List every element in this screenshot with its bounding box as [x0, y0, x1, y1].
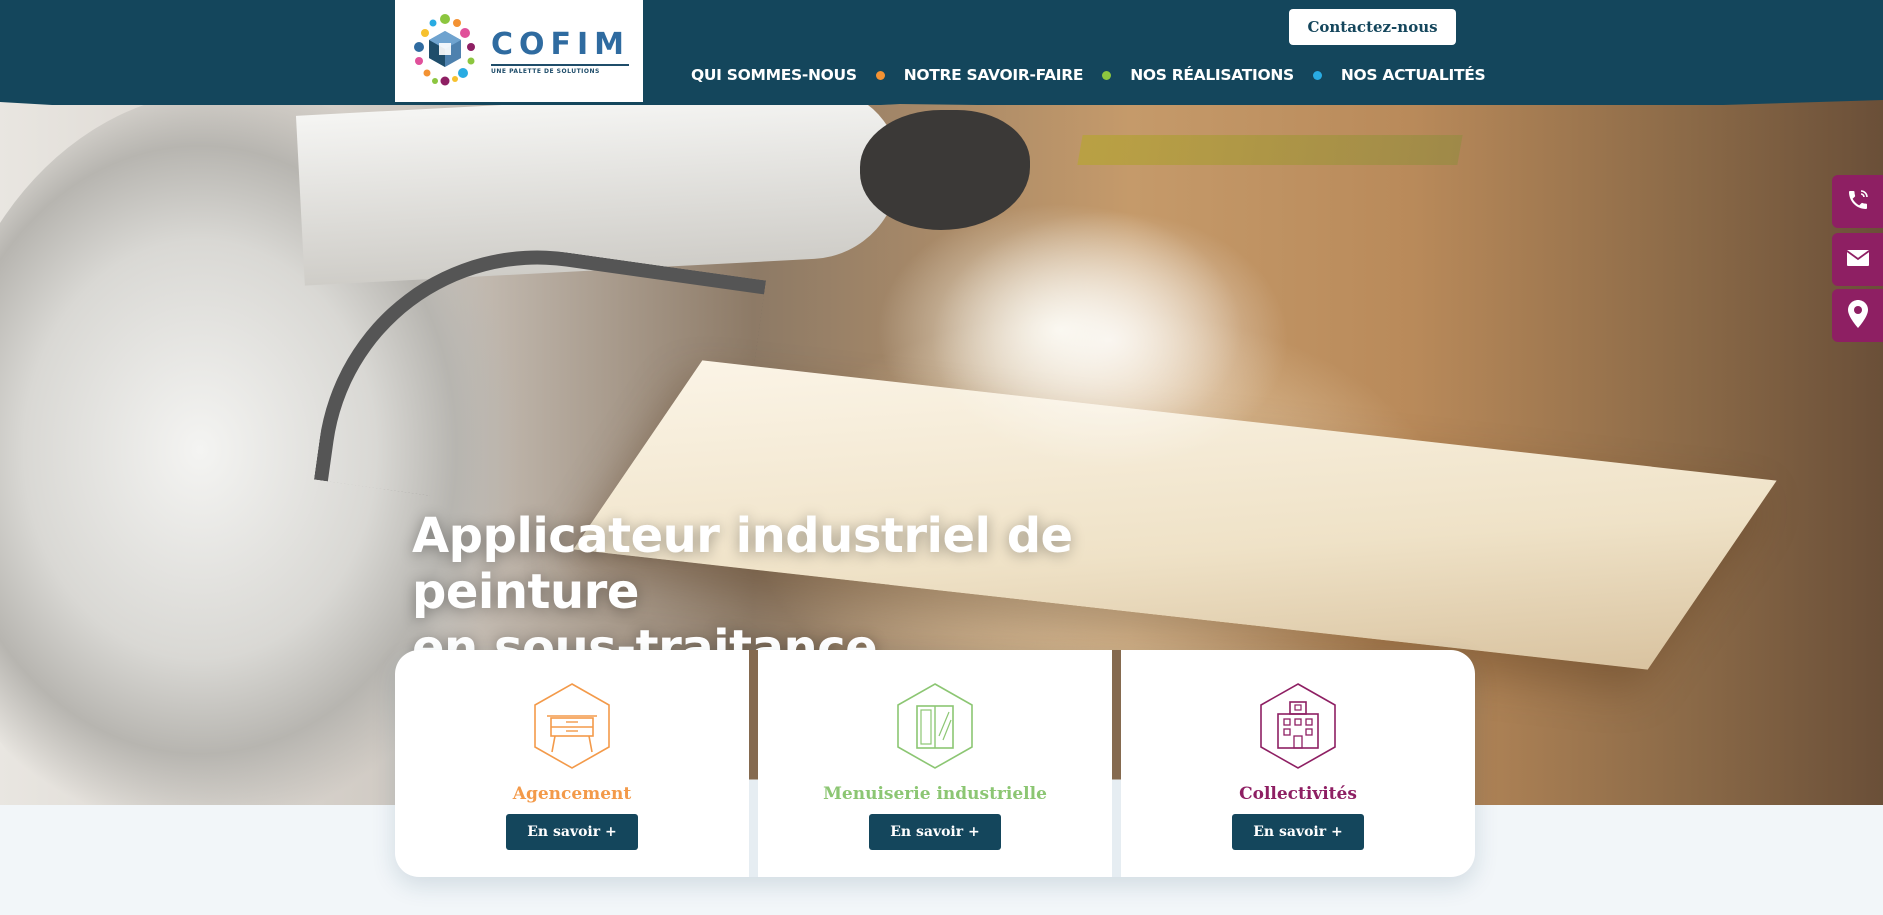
card-menuiserie-button[interactable]: En savoir + — [869, 814, 1001, 850]
nav-separator-dot — [875, 70, 885, 80]
nav-separator-dot — [1102, 70, 1112, 80]
card-agencement: Agencement En savoir + — [395, 650, 749, 877]
nav-item-notre-savoir-faire[interactable]: NOTRE SAVOIR-FAIRE — [904, 66, 1084, 84]
logo-name: COFIM — [491, 27, 631, 62]
card-title: Collectivités — [1239, 784, 1357, 804]
nav-item-nos-actualites[interactable]: NOS ACTUALITÉS — [1341, 66, 1486, 84]
service-cards: Agencement En savoir + Menuiserie indust… — [395, 650, 1475, 877]
hero-photo-mist — [930, 210, 1290, 470]
hero-photo-sleeve — [295, 84, 905, 286]
card-menuiserie: Menuiserie industrielle En savoir + — [758, 650, 1112, 877]
card-title: Agencement — [512, 784, 632, 804]
card-agencement-button[interactable]: En savoir + — [506, 814, 638, 850]
header-band — [0, 0, 1883, 105]
phone-icon — [1846, 188, 1870, 216]
side-mail-button[interactable] — [1832, 233, 1883, 286]
main-nav: QUI SOMMES-NOUS NOTRE SAVOIR-FAIRE NOS R… — [691, 64, 1486, 86]
card-divider — [1112, 650, 1121, 877]
building-icon — [1258, 682, 1338, 774]
nav-item-qui-sommes-nous[interactable]: QUI SOMMES-NOUS — [691, 66, 857, 84]
card-divider — [749, 650, 758, 877]
site-logo[interactable]: COFIM UNE PALETTE DE SOLUTIONS — [395, 0, 643, 102]
logo-mark-icon — [405, 9, 485, 94]
furniture-icon — [532, 682, 612, 774]
card-collectivites: Collectivités En savoir + — [1121, 650, 1475, 877]
location-icon — [1847, 299, 1869, 333]
contact-button[interactable]: Contactez-nous — [1289, 9, 1456, 45]
card-title: Menuiserie industrielle — [823, 784, 1047, 804]
hero-title-line1: Applicateur industriel de peinture — [412, 508, 1073, 620]
card-collectivites-button[interactable]: En savoir + — [1232, 814, 1364, 850]
window-icon — [895, 682, 975, 774]
nav-item-nos-realisations[interactable]: NOS RÉALISATIONS — [1130, 66, 1294, 84]
nav-separator-dot — [1312, 70, 1322, 80]
mail-icon — [1845, 248, 1870, 272]
side-location-button[interactable] — [1832, 289, 1883, 342]
side-phone-button[interactable] — [1832, 175, 1883, 228]
hero-photo-shelf — [1077, 135, 1463, 165]
logo-tagline: UNE PALETTE DE SOLUTIONS — [491, 64, 629, 75]
